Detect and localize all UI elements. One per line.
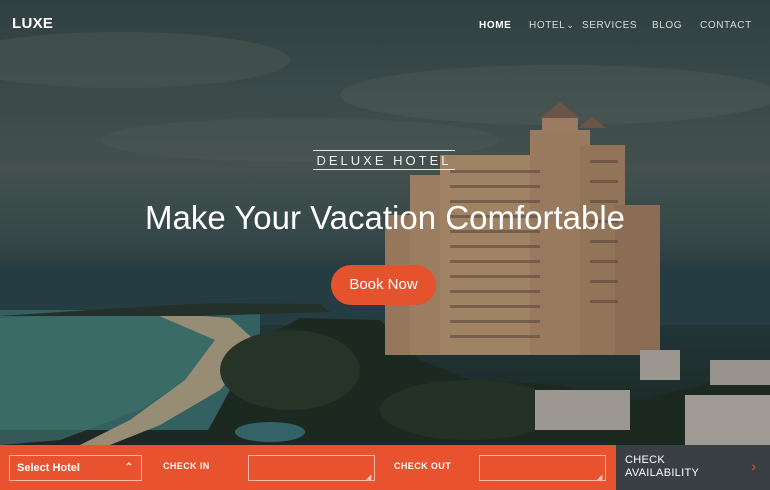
check-in-label: CHECK IN (163, 461, 210, 471)
hero-headline: Make Your Vacation Comfortable (145, 199, 625, 236)
check-availability-button[interactable]: CHECK AVAILABILITY › (616, 445, 770, 490)
select-hotel-dropdown[interactable]: Select Hotel ⌃ (9, 455, 142, 481)
check-in-field[interactable] (248, 455, 375, 481)
check-availability-label: CHECK AVAILABILITY (625, 454, 700, 479)
chevron-down-icon: ⌄ (566, 20, 575, 30)
select-hotel-value: Select Hotel (17, 462, 80, 474)
nav-contact[interactable]: CONTACT (700, 20, 752, 31)
nav-hotel-label: HOTEL (529, 20, 566, 31)
chevron-up-icon: ⌃ (124, 462, 133, 473)
nav-blog[interactable]: BLOG (652, 20, 682, 31)
nav-home[interactable]: HOME (479, 20, 511, 31)
check-out-label: CHECK OUT (394, 461, 452, 471)
book-now-button[interactable]: Book Now (331, 265, 436, 305)
hero-subtitle: DELUXE HOTEL (313, 150, 455, 170)
chevron-right-icon: › (751, 458, 756, 474)
main-nav: HOME HOTEL⌄ SERVICES BLOG CONTACT (0, 20, 770, 34)
nav-hotel[interactable]: HOTEL⌄ (529, 20, 575, 31)
nav-services[interactable]: SERVICES (582, 20, 637, 31)
check-out-field[interactable] (479, 455, 606, 481)
